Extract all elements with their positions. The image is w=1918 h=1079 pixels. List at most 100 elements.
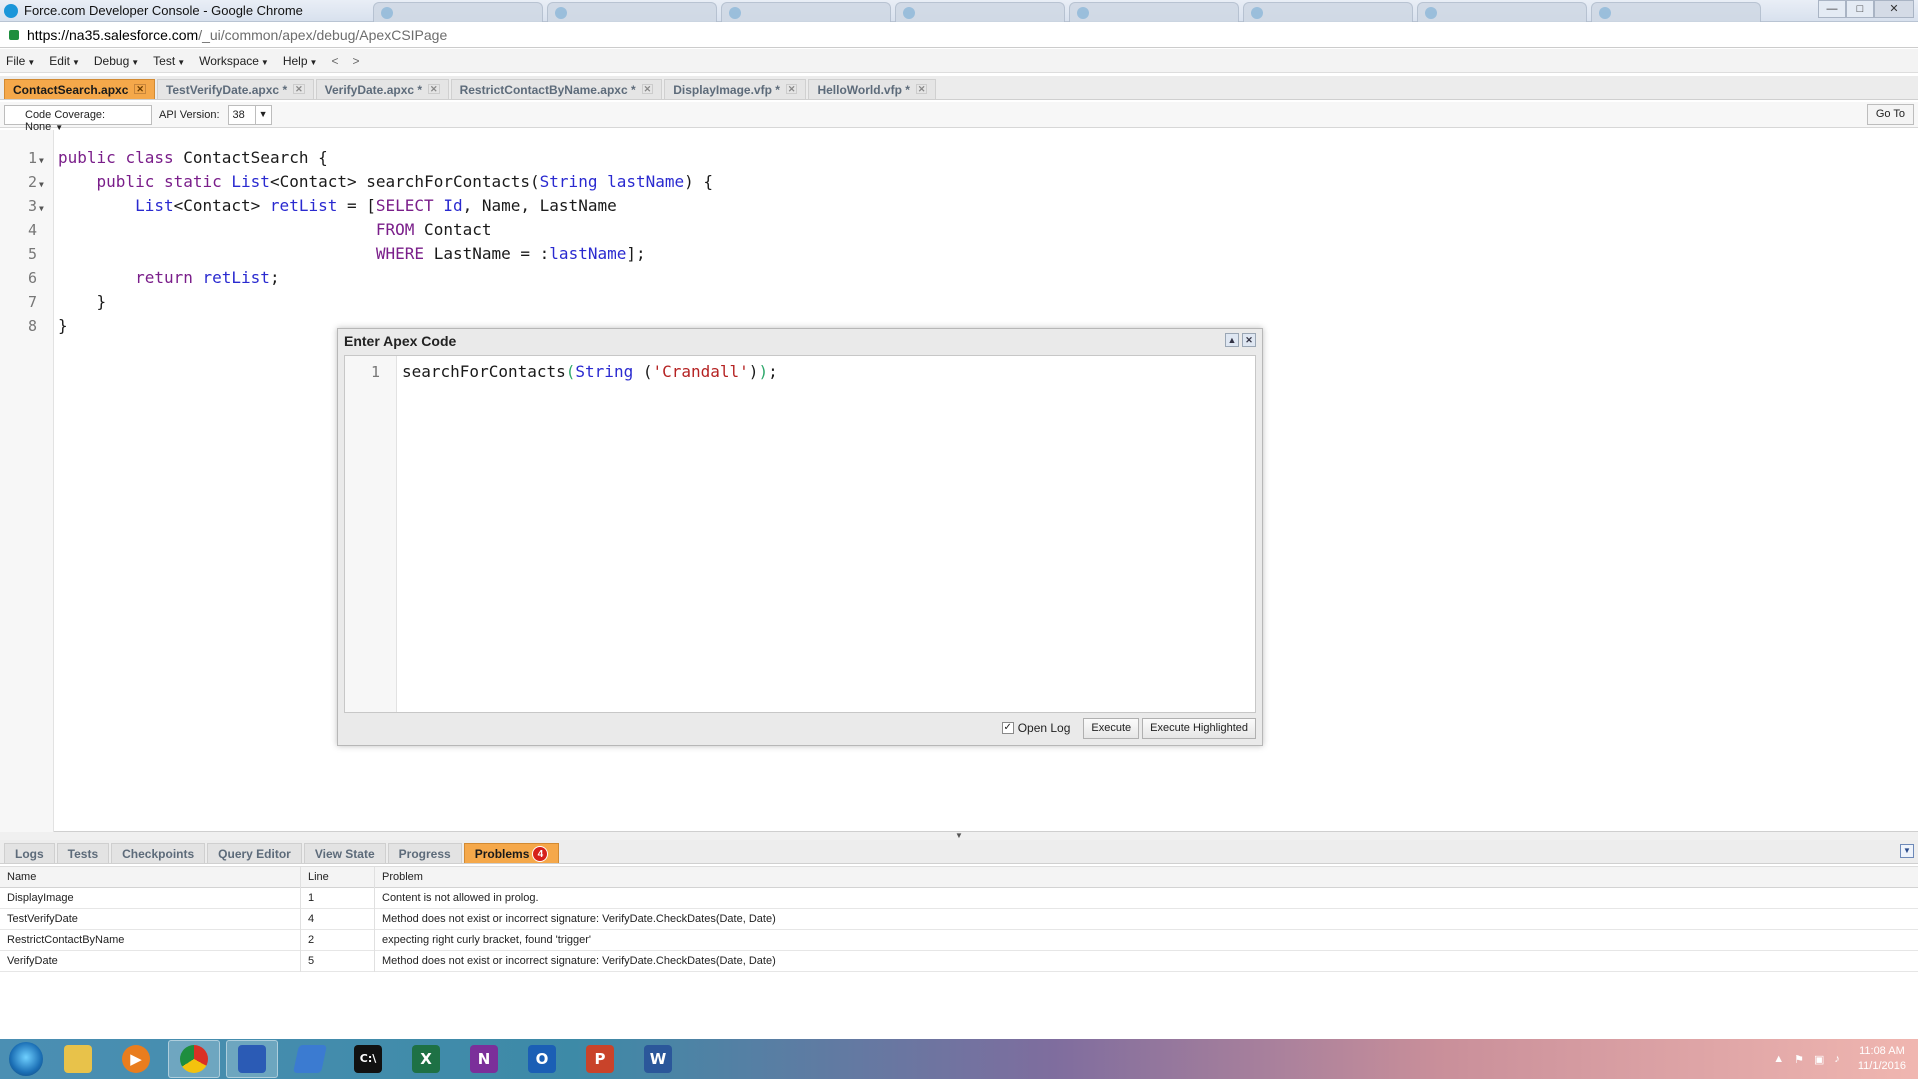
menu-label: Help [282,53,308,68]
menu-workspace[interactable]: Workspace ▼ [199,54,269,68]
column-header-problem[interactable]: Problem [375,867,1918,888]
close-tab-icon[interactable]: ✕ [134,84,146,94]
line-number: 1 [370,363,380,381]
tab-restrictcontactbyname-apxc[interactable]: RestrictContactByName.apxc * ✕ [450,79,663,99]
volume-icon[interactable]: ♪ [1834,1053,1840,1065]
chevron-down-icon: ▼ [254,105,271,124]
tab-progress[interactable]: Progress [387,843,462,863]
taskbar-powerpoint[interactable]: P [574,1040,626,1078]
nav-forward-button[interactable]: > [352,54,359,68]
tab-helloworld-vfp[interactable]: HelloWorld.vfp * ✕ [808,79,937,99]
panel-splitter[interactable]: ▼ [0,832,1918,840]
close-tab-icon[interactable]: ✕ [785,84,798,94]
taskbar-outlook[interactable]: O [516,1040,568,1078]
tab-problems[interactable]: Problems 4 [463,843,560,863]
collapse-panel-icon[interactable]: ▼ [1900,844,1914,858]
browser-tab-strip [369,0,1761,22]
go-to-button[interactable]: Go To [1866,104,1914,125]
tab-query-editor[interactable]: Query Editor [207,843,302,863]
open-log-checkbox[interactable]: ✓ Open Log [1001,721,1070,735]
clock[interactable]: 11:08 AM 11/1/2016 [1858,1044,1906,1074]
apex-code-editor[interactable]: 1 searchForContacts(String ('Crandall'))… [344,355,1256,713]
coverage-label: Code Coverage: None [25,108,106,133]
browser-tab[interactable] [1069,1,1239,22]
action-center-flag-icon[interactable]: ⚑ [1794,1053,1804,1066]
browser-tab[interactable] [1417,1,1587,22]
taskbar-media-player[interactable]: ▶ [110,1040,162,1078]
taskbar-command-prompt[interactable]: C:\ [342,1040,394,1078]
browser-tab[interactable] [895,1,1065,22]
browser-tab[interactable] [373,1,543,22]
tab-view-state[interactable]: View State [303,843,386,863]
outlook-icon: O [528,1045,556,1073]
cell-problem: Method does not exist or incorrect signa… [382,912,776,925]
dialog-header[interactable]: Enter Apex Code ▲ ✕ [338,329,1262,353]
show-hidden-icons-icon[interactable]: ▲ [1773,1053,1784,1065]
execute-button[interactable]: Execute [1083,717,1140,739]
tab-displayimage-vfp[interactable]: DisplayImage.vfp * ✕ [664,79,807,99]
close-window-button[interactable]: ✕ [1874,0,1914,18]
clock-time: 11:08 AM [1859,1045,1905,1057]
menu-file[interactable]: File ▼ [6,54,35,68]
taskbar-onenote[interactable]: N [458,1040,510,1078]
taskbar-word[interactable]: W [632,1040,684,1078]
close-tab-icon[interactable]: ✕ [293,84,305,94]
salesforce-cloud-icon [4,3,18,18]
menu-help[interactable]: Help ▼ [283,54,318,68]
close-tab-icon[interactable]: ✕ [641,84,654,94]
cell-line: 4 [301,908,375,930]
table-row[interactable]: RestrictContactByName 2 expecting right … [0,929,1918,951]
browser-tab[interactable] [1591,1,1761,22]
network-icon[interactable]: ▣ [1814,1053,1824,1066]
menu-edit[interactable]: Edit ▼ [49,54,80,68]
line-number: 3 ▼ [28,194,47,218]
tab-contactsearch-apxc[interactable]: ContactSearch.apxc ✕ [4,79,155,99]
checkbox-check-icon[interactable]: ✓ [1001,722,1014,734]
file-tab-bar: ContactSearch.apxc ✕ TestVerifyDate.apxc … [0,76,1918,100]
api-version-select[interactable]: 38 ▼ [227,104,272,125]
tab-verifydate-apxc[interactable]: VerifyDate.apxc * ✕ [315,79,449,99]
line-number: 1 ▼ [28,146,47,170]
menu-debug[interactable]: Debug ▼ [94,54,139,68]
tab-tests[interactable]: Tests [56,843,110,863]
browser-tab[interactable] [547,1,717,22]
taskbar-computer[interactable] [226,1040,278,1078]
tab-testverifydate-apxc[interactable]: TestVerifyDate.apxc * ✕ [156,79,314,99]
close-icon[interactable]: ✕ [1242,333,1256,347]
apex-code-line[interactable]: searchForContacts(String ('Crandall')); [402,360,778,384]
close-tab-icon[interactable]: ✕ [428,84,440,94]
taskbar-excel[interactable]: X [400,1040,452,1078]
close-tab-icon[interactable]: ✕ [915,84,928,94]
code-editor[interactable]: 1 ▼ 2 ▼ 3 ▼ 4 5 6 7 8 public class ContactS… [0,130,1918,832]
maximize-button[interactable]: □ [1846,0,1874,18]
browser-tab[interactable] [1243,1,1413,22]
code-lines[interactable]: public class ContactSearch { public stat… [58,146,713,338]
menu-test[interactable]: Test ▼ [153,54,185,68]
execute-highlighted-button[interactable]: Execute Highlighted [1142,717,1256,739]
column-header-name[interactable]: Name [0,866,301,888]
column-header-line[interactable]: Line [301,866,375,888]
taskbar-chrome[interactable] [168,1040,220,1078]
menu-label: Test [153,53,176,68]
collapse-up-icon[interactable]: ▲ [1225,333,1239,347]
cell-line: 5 [301,950,375,972]
tab-logs[interactable]: Logs [4,843,55,863]
browser-tab[interactable] [721,1,891,22]
code-coverage-dropdown[interactable]: Code Coverage: None ▼ [4,104,152,133]
code-line: public static List<Contact> searchForCon… [96,172,714,191]
table-row[interactable]: VerifyDate 5 Method does not exist or in… [0,950,1918,972]
taskbar-scanner[interactable] [284,1040,336,1078]
tab-label: HelloWorld.vfp * [817,83,910,97]
taskbar-explorer[interactable] [52,1040,104,1078]
nav-back-button[interactable]: < [331,54,338,68]
address-bar[interactable]: https://na35.salesforce.com/_ui/common/a… [0,22,1918,48]
window-title: Force.com Developer Console - Google Chr… [24,3,303,18]
table-row[interactable]: TestVerifyDate 4 Method does not exist o… [0,908,1918,930]
cell-line: 2 [301,929,375,951]
table-row[interactable]: DisplayImage 1 Content is not allowed in… [0,887,1918,909]
windows-start-button[interactable] [9,1042,43,1076]
url-text[interactable]: https://na35.salesforce.com/_ui/common/a… [27,27,447,43]
minimize-button[interactable]: — [1818,0,1846,18]
menu-label: Workspace [199,53,259,68]
tab-checkpoints[interactable]: Checkpoints [111,843,206,863]
